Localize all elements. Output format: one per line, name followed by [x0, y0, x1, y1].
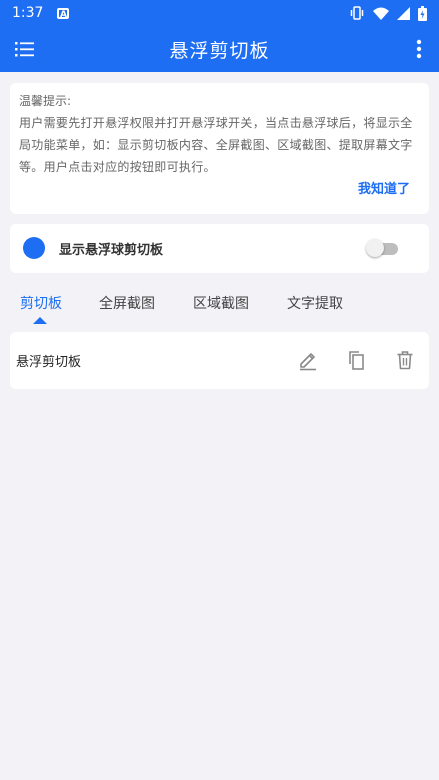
signal-icon — [397, 6, 410, 20]
vibrate-icon — [350, 6, 364, 20]
tab-bar: 剪切板 全屏截图 区域截图 文字提取 — [0, 285, 439, 325]
more-vert-icon[interactable] — [415, 38, 423, 60]
page-title: 悬浮剪切板 — [169, 40, 270, 62]
floating-ball-toggle-row: 显示悬浮球剪切板 — [10, 224, 429, 273]
list-item[interactable]: 悬浮剪切板 — [10, 332, 429, 389]
switch-thumb — [366, 239, 384, 257]
tab-region-screenshot[interactable]: 区域截图 — [193, 293, 249, 313]
ack-button[interactable]: 我知道了 — [358, 178, 410, 197]
tab-indicator — [33, 317, 47, 324]
clip-item-text: 悬浮剪切板 — [16, 355, 82, 370]
tab-text-extract[interactable]: 文字提取 — [287, 293, 343, 313]
wifi-icon — [373, 7, 389, 20]
tab-fullscreen-screenshot[interactable]: 全屏截图 — [99, 293, 155, 313]
a-square-icon: A — [57, 7, 70, 20]
tip-heading: 温馨提示: — [19, 94, 72, 108]
edit-icon[interactable] — [297, 349, 319, 371]
status-bar: 1:37 A — [0, 0, 439, 26]
tip-card: 温馨提示: 用户需要先打开悬浮权限并打开悬浮球开关，当点击悬浮球后，将显示全局功… — [10, 83, 429, 214]
toggle-label: 显示悬浮球剪切板 — [59, 243, 164, 258]
tab-clipboard[interactable]: 剪切板 — [20, 293, 62, 313]
tip-body: 用户需要先打开悬浮权限并打开悬浮球开关，当点击悬浮球后，将显示全局功能菜单，如：… — [19, 116, 413, 174]
status-time: 1:37 — [12, 5, 44, 21]
app-bar: 悬浮剪切板 — [0, 26, 439, 72]
status-icons — [349, 5, 427, 21]
floating-ball-switch[interactable] — [366, 238, 400, 258]
blue-dot-icon — [23, 237, 45, 259]
battery-icon — [418, 5, 427, 21]
copy-icon[interactable] — [345, 349, 367, 371]
delete-icon[interactable] — [394, 349, 416, 371]
